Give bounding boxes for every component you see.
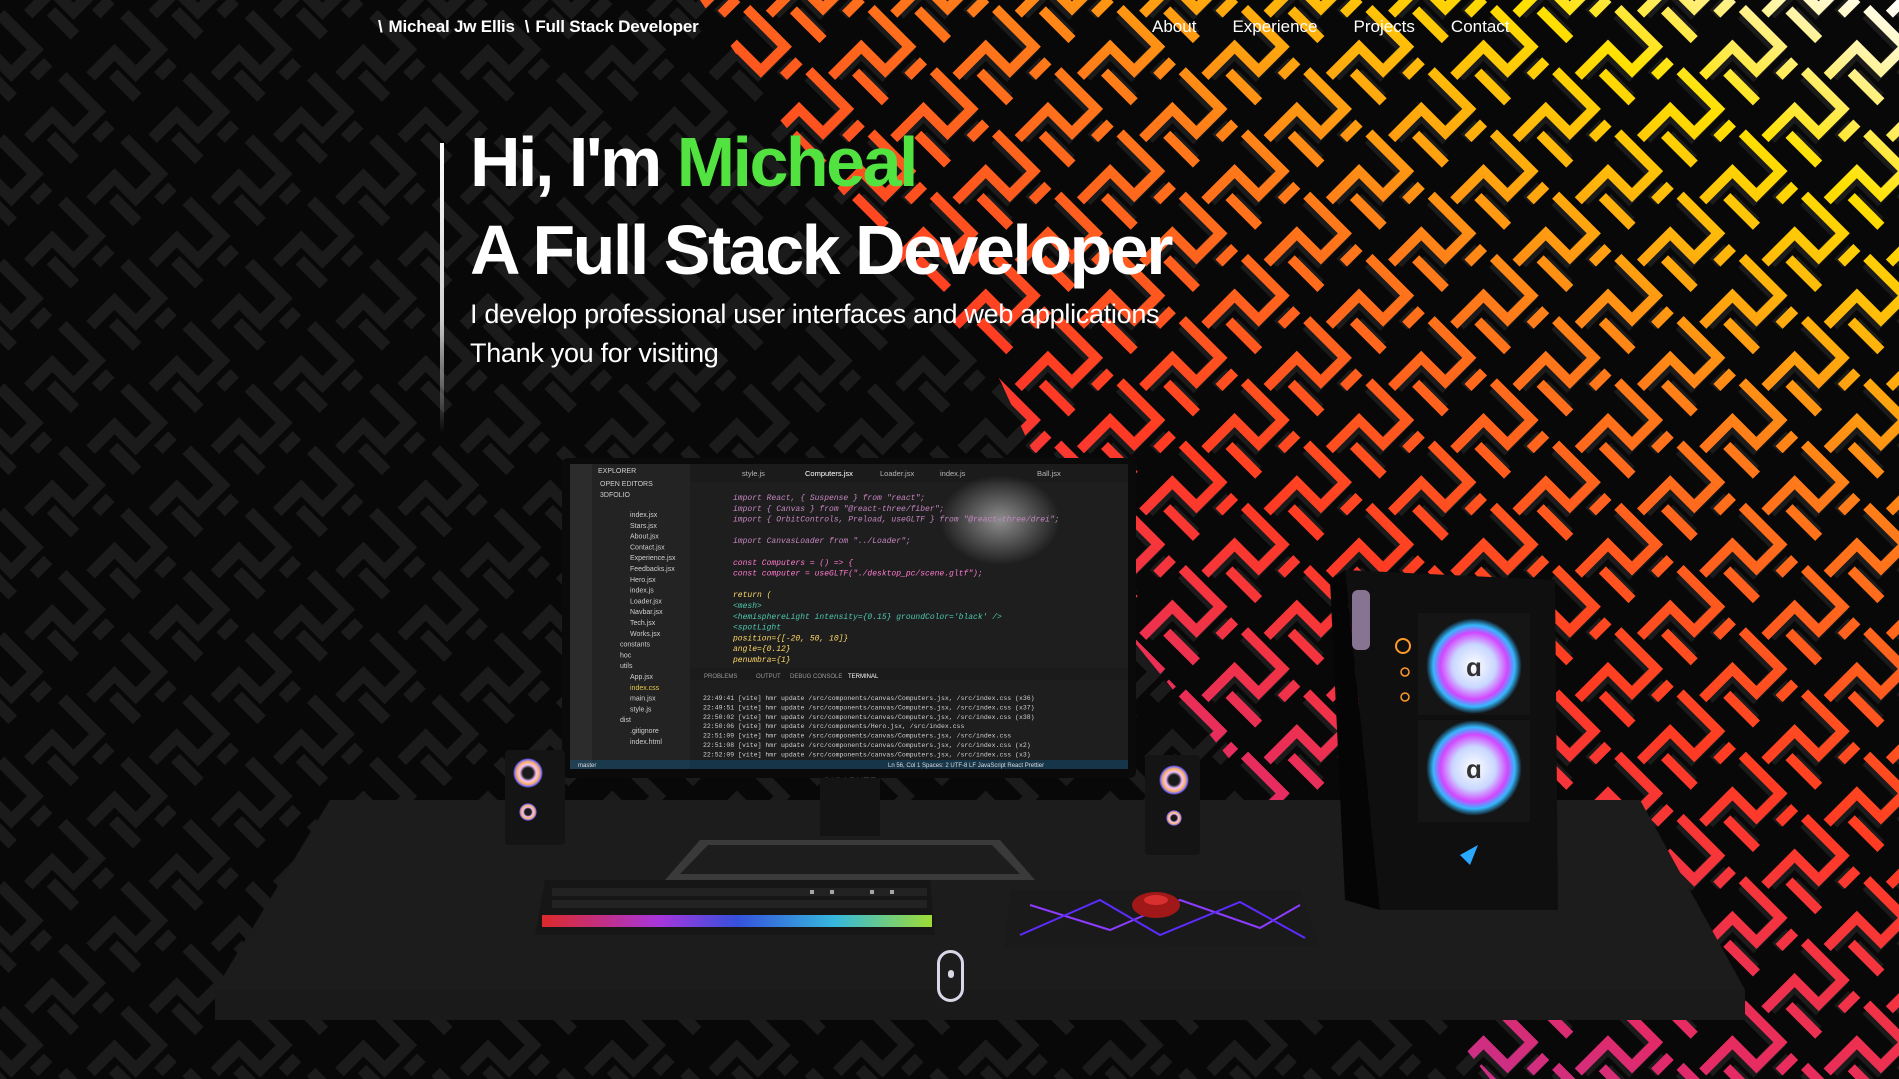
editor-tab: style.js bbox=[742, 469, 765, 478]
hero-accent-line bbox=[440, 143, 444, 433]
editor-tab: Computers.jsx bbox=[805, 469, 853, 478]
hero-headline: A Full Stack Developer bbox=[470, 211, 1174, 289]
terminal-line: 22:50:02 [vite] hmr update /src/componen… bbox=[703, 714, 1035, 721]
explorer-file: Works.jsx bbox=[630, 631, 661, 638]
code-line: <spotLight bbox=[733, 624, 781, 633]
explorer-file: style.js bbox=[630, 706, 652, 713]
nav-link-projects[interactable]: Projects bbox=[1354, 17, 1415, 37]
explorer-file: index.jsx bbox=[630, 512, 658, 519]
panel-tab: PROBLEMS bbox=[704, 674, 737, 680]
greeting-text: Hi, I'm bbox=[470, 123, 677, 201]
terminal-line: 22:51:08 [vite] hmr update /src/componen… bbox=[703, 742, 1031, 749]
code-line: penumbra={1} bbox=[732, 656, 791, 665]
panel-tab: OUTPUT bbox=[756, 674, 781, 680]
explorer-file: Feedbacks.jsx bbox=[630, 566, 675, 573]
editor-status-bar: master bbox=[578, 763, 596, 769]
slash-icon: \ bbox=[378, 17, 383, 36]
hero-greeting: Hi, I'm Micheal bbox=[470, 118, 1171, 206]
code-line: const computer = useGLTF("./desktop_pc/s… bbox=[733, 570, 983, 579]
editor-status-bar: Ln 56, Col 1 Spaces: 2 UTF-8 LF JavaScri… bbox=[888, 763, 1044, 769]
explorer-file: .gitignore bbox=[630, 728, 659, 735]
code-line: const Computers = () => { bbox=[733, 559, 853, 568]
site-logo[interactable]: \ Micheal Jw Ellis \ Full Stack Developer bbox=[378, 17, 699, 37]
explorer-file: Experience.jsx bbox=[630, 555, 676, 562]
code-line: import { OrbitControls, Preload, useGLTF… bbox=[733, 516, 1059, 525]
explorer-file: Tech.jsx bbox=[630, 620, 656, 627]
brand-role: Full Stack Developer bbox=[535, 17, 699, 36]
code-line: angle={0.12} bbox=[733, 645, 791, 654]
explorer-title: EXPLORER bbox=[598, 468, 636, 475]
terminal-line: 22:52:09 [vite] hmr update /src/componen… bbox=[703, 751, 1031, 758]
top-navbar: \ Micheal Jw Ellis \ Full Stack Developer A… bbox=[0, 0, 1899, 60]
svg-text:ɑ: ɑ bbox=[1466, 754, 1482, 784]
code-line: import React, { Suspense } from "react"; bbox=[733, 494, 925, 503]
explorer-file: index.js bbox=[630, 588, 654, 595]
explorer-file: constants bbox=[620, 642, 650, 649]
code-line: import CanvasLoader from "../Loader"; bbox=[733, 537, 911, 546]
scroll-dot-icon bbox=[948, 970, 954, 978]
hero-subtitle-1: I develop professional user interfaces a… bbox=[470, 299, 1160, 329]
explorer-file: hoc bbox=[620, 652, 632, 659]
open-editors-label: OPEN EDITORS bbox=[600, 481, 653, 488]
terminal-line: 22:51:09 [vite] hmr update /src/componen… bbox=[703, 733, 1011, 740]
explorer-file: Hero.jsx bbox=[630, 577, 656, 584]
explorer-file: index.css bbox=[630, 685, 660, 692]
explorer-file: Loader.jsx bbox=[630, 598, 662, 605]
hero-subtitle-2: Thank you for visiting bbox=[470, 338, 719, 368]
terminal-line: 22:49:51 [vite] hmr update /src/componen… bbox=[703, 704, 1035, 711]
code-line: import { Canvas } from "@react-three/fib… bbox=[733, 505, 944, 514]
explorer-file: Stars.jsx bbox=[630, 523, 657, 530]
code-line: return ( bbox=[733, 591, 772, 600]
explorer-file: Navbar.jsx bbox=[630, 609, 663, 616]
editor-tab: Ball.jsx bbox=[1037, 469, 1061, 478]
code-line: <mesh> bbox=[733, 602, 762, 611]
scroll-down-indicator[interactable] bbox=[937, 950, 964, 1002]
explorer-file: main.jsx bbox=[630, 696, 656, 703]
brand-name: Micheal Jw Ellis bbox=[388, 17, 515, 36]
panel-tab: TERMINAL bbox=[848, 674, 879, 680]
nav-links: About Experience Projects Contact bbox=[1152, 17, 1510, 37]
slash-icon: \ bbox=[524, 17, 530, 36]
project-label: 3DFOLIO bbox=[600, 492, 631, 499]
svg-text:ɑ: ɑ bbox=[1466, 652, 1482, 682]
panel-tab: DEBUG CONSOLE bbox=[790, 674, 842, 680]
explorer-file: Contact.jsx bbox=[630, 544, 665, 551]
code-line: position={[-20, 50, 10]} bbox=[732, 634, 848, 643]
explorer-file: index.html bbox=[630, 739, 662, 746]
terminal-line: 22:49:41 [vite] hmr update /src/componen… bbox=[703, 695, 1035, 702]
code-line: <hemisphereLight intensity={0.15} ground… bbox=[733, 613, 1002, 622]
hero-name: Micheal bbox=[676, 123, 919, 201]
nav-link-about[interactable]: About bbox=[1152, 17, 1196, 37]
terminal-line: 22:50:06 [vite] hmr update /src/componen… bbox=[703, 723, 964, 730]
editor-tab: Loader.jsx bbox=[880, 469, 914, 478]
explorer-file: App.jsx bbox=[630, 674, 653, 681]
nav-link-contact[interactable]: Contact bbox=[1451, 17, 1510, 37]
explorer-file: utils bbox=[620, 663, 633, 670]
explorer-file: About.jsx bbox=[630, 534, 659, 541]
editor-tab: index.js bbox=[940, 469, 966, 478]
explorer-file: dist bbox=[620, 717, 631, 724]
hero-section: Hi, I'm Micheal A Full Stack Developer I… bbox=[470, 118, 1174, 372]
nav-link-experience[interactable]: Experience bbox=[1232, 17, 1317, 37]
